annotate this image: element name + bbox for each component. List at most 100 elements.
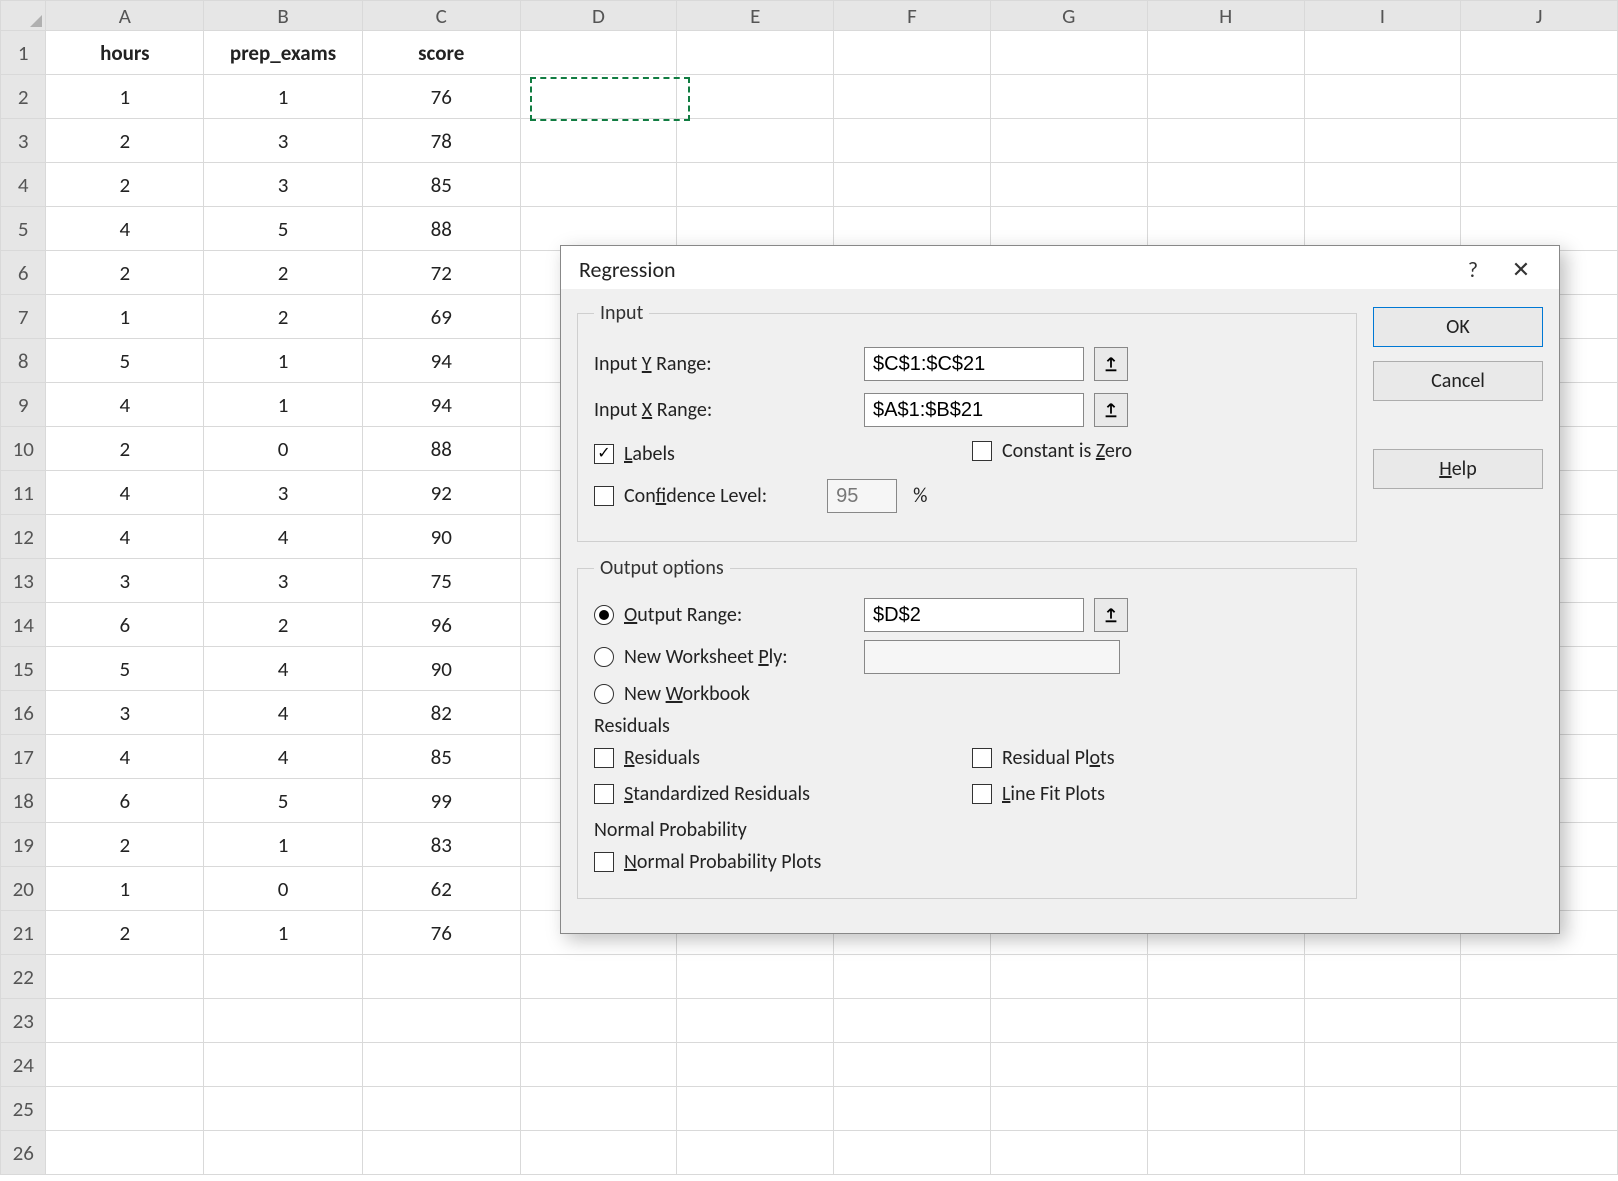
cell-F2[interactable] xyxy=(834,75,991,119)
cell-A25[interactable] xyxy=(46,1087,204,1131)
row-header-8[interactable]: 8 xyxy=(1,339,46,383)
row-header-21[interactable]: 21 xyxy=(1,911,46,955)
cell-J5[interactable] xyxy=(1461,207,1618,251)
input-y-range[interactable] xyxy=(864,347,1084,381)
cell-E1[interactable] xyxy=(677,31,834,75)
cell-F5[interactable] xyxy=(834,207,991,251)
new-worksheet-ply-radio[interactable]: New Worksheet Ply: xyxy=(594,645,854,669)
row-header-24[interactable]: 24 xyxy=(1,1043,46,1087)
cell-C19[interactable]: 83 xyxy=(362,823,520,867)
cell-C12[interactable]: 90 xyxy=(362,515,520,559)
collapse-range-icon[interactable] xyxy=(1094,393,1128,427)
cell-B15[interactable]: 4 xyxy=(204,647,363,691)
row-header-9[interactable]: 9 xyxy=(1,383,46,427)
cell-I1[interactable] xyxy=(1304,31,1461,75)
cell-I24[interactable] xyxy=(1304,1043,1461,1087)
constant-zero-checkbox[interactable]: Constant is Zero xyxy=(972,439,1132,463)
cell-A20[interactable]: 1 xyxy=(46,867,204,911)
cell-G26[interactable] xyxy=(990,1131,1147,1175)
cell-B21[interactable]: 1 xyxy=(204,911,363,955)
cell-G3[interactable] xyxy=(990,119,1147,163)
cell-B20[interactable]: 0 xyxy=(204,867,363,911)
row-header-20[interactable]: 20 xyxy=(1,867,46,911)
select-all-corner[interactable] xyxy=(1,1,46,31)
cell-I26[interactable] xyxy=(1304,1131,1461,1175)
cell-C13[interactable]: 75 xyxy=(362,559,520,603)
cell-C18[interactable]: 99 xyxy=(362,779,520,823)
cell-D22[interactable] xyxy=(520,955,677,999)
cell-F26[interactable] xyxy=(834,1131,991,1175)
cell-C4[interactable]: 85 xyxy=(362,163,520,207)
cell-B5[interactable]: 5 xyxy=(204,207,363,251)
help-icon[interactable]: ? xyxy=(1449,256,1497,283)
cell-A22[interactable] xyxy=(46,955,204,999)
standardized-residuals-checkbox[interactable]: Standardized Residuals xyxy=(594,782,810,806)
cell-A17[interactable]: 4 xyxy=(46,735,204,779)
row-header-11[interactable]: 11 xyxy=(1,471,46,515)
column-header-F[interactable]: F xyxy=(834,1,991,31)
column-header-J[interactable]: J xyxy=(1461,1,1618,31)
help-button[interactable]: Help xyxy=(1373,449,1543,489)
row-header-4[interactable]: 4 xyxy=(1,163,46,207)
row-header-25[interactable]: 25 xyxy=(1,1087,46,1131)
cell-A19[interactable]: 2 xyxy=(46,823,204,867)
cell-E25[interactable] xyxy=(677,1087,834,1131)
cell-I25[interactable] xyxy=(1304,1087,1461,1131)
cell-B3[interactable]: 3 xyxy=(204,119,363,163)
cell-H24[interactable] xyxy=(1147,1043,1304,1087)
cell-D4[interactable] xyxy=(520,163,677,207)
cell-J3[interactable] xyxy=(1461,119,1618,163)
cell-B1[interactable]: prep_exams xyxy=(204,31,363,75)
row-header-6[interactable]: 6 xyxy=(1,251,46,295)
cell-G4[interactable] xyxy=(990,163,1147,207)
column-header-G[interactable]: G xyxy=(990,1,1147,31)
cell-A3[interactable]: 2 xyxy=(46,119,204,163)
cell-C17[interactable]: 85 xyxy=(362,735,520,779)
row-header-26[interactable]: 26 xyxy=(1,1131,46,1175)
column-header-B[interactable]: B xyxy=(204,1,363,31)
cell-H4[interactable] xyxy=(1147,163,1304,207)
row-header-19[interactable]: 19 xyxy=(1,823,46,867)
cell-A24[interactable] xyxy=(46,1043,204,1087)
cell-A6[interactable]: 2 xyxy=(46,251,204,295)
cell-C26[interactable] xyxy=(362,1131,520,1175)
cell-F22[interactable] xyxy=(834,955,991,999)
cell-C21[interactable]: 76 xyxy=(362,911,520,955)
cell-C20[interactable]: 62 xyxy=(362,867,520,911)
cell-B16[interactable]: 4 xyxy=(204,691,363,735)
column-header-I[interactable]: I xyxy=(1304,1,1461,31)
cell-H2[interactable] xyxy=(1147,75,1304,119)
cell-D5[interactable] xyxy=(520,207,677,251)
cell-A10[interactable]: 2 xyxy=(46,427,204,471)
cell-B11[interactable]: 3 xyxy=(204,471,363,515)
cell-F3[interactable] xyxy=(834,119,991,163)
cell-I5[interactable] xyxy=(1304,207,1461,251)
normal-probability-plots-checkbox[interactable]: Normal Probability Plots xyxy=(594,850,821,874)
cell-D26[interactable] xyxy=(520,1131,677,1175)
row-header-23[interactable]: 23 xyxy=(1,999,46,1043)
cell-H23[interactable] xyxy=(1147,999,1304,1043)
input-x-range[interactable] xyxy=(864,393,1084,427)
cell-A7[interactable]: 1 xyxy=(46,295,204,339)
cell-G5[interactable] xyxy=(990,207,1147,251)
new-workbook-radio[interactable]: New Workbook xyxy=(594,682,750,706)
column-header-H[interactable]: H xyxy=(1147,1,1304,31)
cell-F25[interactable] xyxy=(834,1087,991,1131)
cell-C5[interactable]: 88 xyxy=(362,207,520,251)
cell-B6[interactable]: 2 xyxy=(204,251,363,295)
cell-D23[interactable] xyxy=(520,999,677,1043)
cell-D2[interactable] xyxy=(520,75,677,119)
output-range-field[interactable] xyxy=(864,598,1084,632)
row-header-12[interactable]: 12 xyxy=(1,515,46,559)
cell-G1[interactable] xyxy=(990,31,1147,75)
row-header-13[interactable]: 13 xyxy=(1,559,46,603)
cell-C22[interactable] xyxy=(362,955,520,999)
cell-E22[interactable] xyxy=(677,955,834,999)
row-header-10[interactable]: 10 xyxy=(1,427,46,471)
cell-A5[interactable]: 4 xyxy=(46,207,204,251)
cell-G23[interactable] xyxy=(990,999,1147,1043)
column-header-A[interactable]: A xyxy=(46,1,204,31)
cell-C11[interactable]: 92 xyxy=(362,471,520,515)
cell-H25[interactable] xyxy=(1147,1087,1304,1131)
cell-C14[interactable]: 96 xyxy=(362,603,520,647)
